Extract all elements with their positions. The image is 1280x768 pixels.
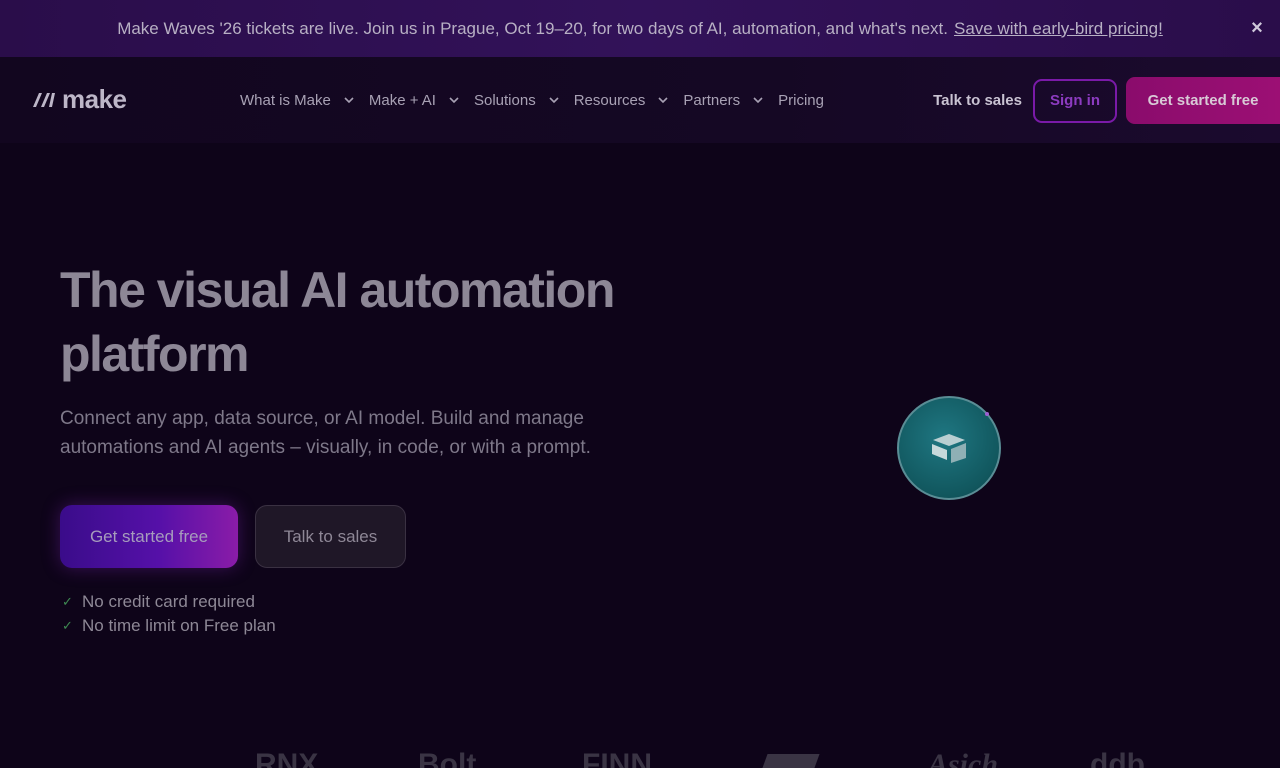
partner-logo: RNX (255, 748, 319, 768)
hero-title: The visual AI automation platform (60, 258, 700, 386)
check-label: No time limit on Free plan (82, 616, 276, 635)
partner-logo-shape (762, 754, 820, 768)
partner-logo: Bolt (418, 748, 477, 768)
header-actions: Talk to sales Sign in Get started free (933, 77, 1280, 124)
chevron-down-icon (548, 94, 560, 106)
hero-subtitle-line: Connect any app, data source, or AI mode… (60, 408, 584, 429)
site-header: make What is Make Make + AI Solutions Re… (0, 57, 1280, 143)
partner-logos: RNX Bolt FINN Asich ddb (0, 748, 1280, 768)
check-label: No credit card required (82, 592, 255, 611)
nav-label: What is Make (240, 91, 331, 109)
talk-to-sales-link[interactable]: Talk to sales (933, 92, 1022, 109)
chevron-down-icon (343, 94, 355, 106)
nav-label: Resources (573, 91, 646, 109)
check-item: ✓ No time limit on Free plan (62, 614, 276, 638)
hero-subtitle-line: automations and AI agents – visually, in… (60, 437, 591, 458)
announcement-banner: Make Waves '26 tickets are live. Join us… (0, 0, 1280, 57)
make-logo[interactable]: make (32, 84, 127, 114)
nav-what-is-make[interactable]: What is Make (240, 89, 355, 111)
banner-message: Make Waves '26 tickets are live. Join us… (117, 18, 948, 38)
close-banner-icon[interactable]: × (1246, 17, 1268, 39)
hero-subtitle: Connect any app, data source, or AI mode… (60, 404, 660, 462)
main-nav: What is Make Make + AI Solutions Resourc… (240, 89, 838, 111)
nav-label: Make + AI (368, 91, 436, 109)
get-started-button[interactable]: Get started free (60, 505, 238, 568)
partner-logo: ddb (1090, 748, 1145, 768)
sign-in-button[interactable]: Sign in (1033, 78, 1117, 123)
nav-label: Solutions (473, 91, 536, 109)
logo-text: make (62, 83, 127, 114)
chevron-down-icon (752, 94, 764, 106)
nav-make-ai[interactable]: Make + AI (369, 89, 460, 111)
partner-logo: FINN (582, 748, 652, 768)
header-get-started-button[interactable]: Get started free (1126, 77, 1280, 124)
hero-checklist: ✓ No credit card required ✓ No time limi… (62, 590, 276, 638)
make-logo-mark-icon (33, 93, 55, 107)
accent-dot (985, 412, 989, 416)
nav-label: Partners (683, 91, 741, 109)
nav-pricing[interactable]: Pricing (778, 89, 824, 111)
talk-to-sales-button[interactable]: Talk to sales (255, 505, 406, 568)
airtable-icon (932, 434, 966, 463)
nav-solutions[interactable]: Solutions (474, 89, 560, 111)
checkmark-icon: ✓ (62, 618, 73, 633)
hero-title-line: platform (60, 326, 250, 382)
nav-partners[interactable]: Partners (683, 89, 764, 111)
checkmark-icon: ✓ (62, 594, 73, 609)
chevron-down-icon (657, 94, 669, 106)
chevron-down-icon (448, 94, 460, 106)
hero-title-line: The visual AI automation (60, 262, 615, 318)
early-bird-link[interactable]: Save with early-bird pricing! (954, 19, 1163, 39)
check-item: ✓ No credit card required (62, 590, 276, 614)
partner-logo: Asich (928, 748, 999, 768)
nav-label: Pricing (778, 91, 824, 109)
nav-resources[interactable]: Resources (574, 89, 670, 111)
